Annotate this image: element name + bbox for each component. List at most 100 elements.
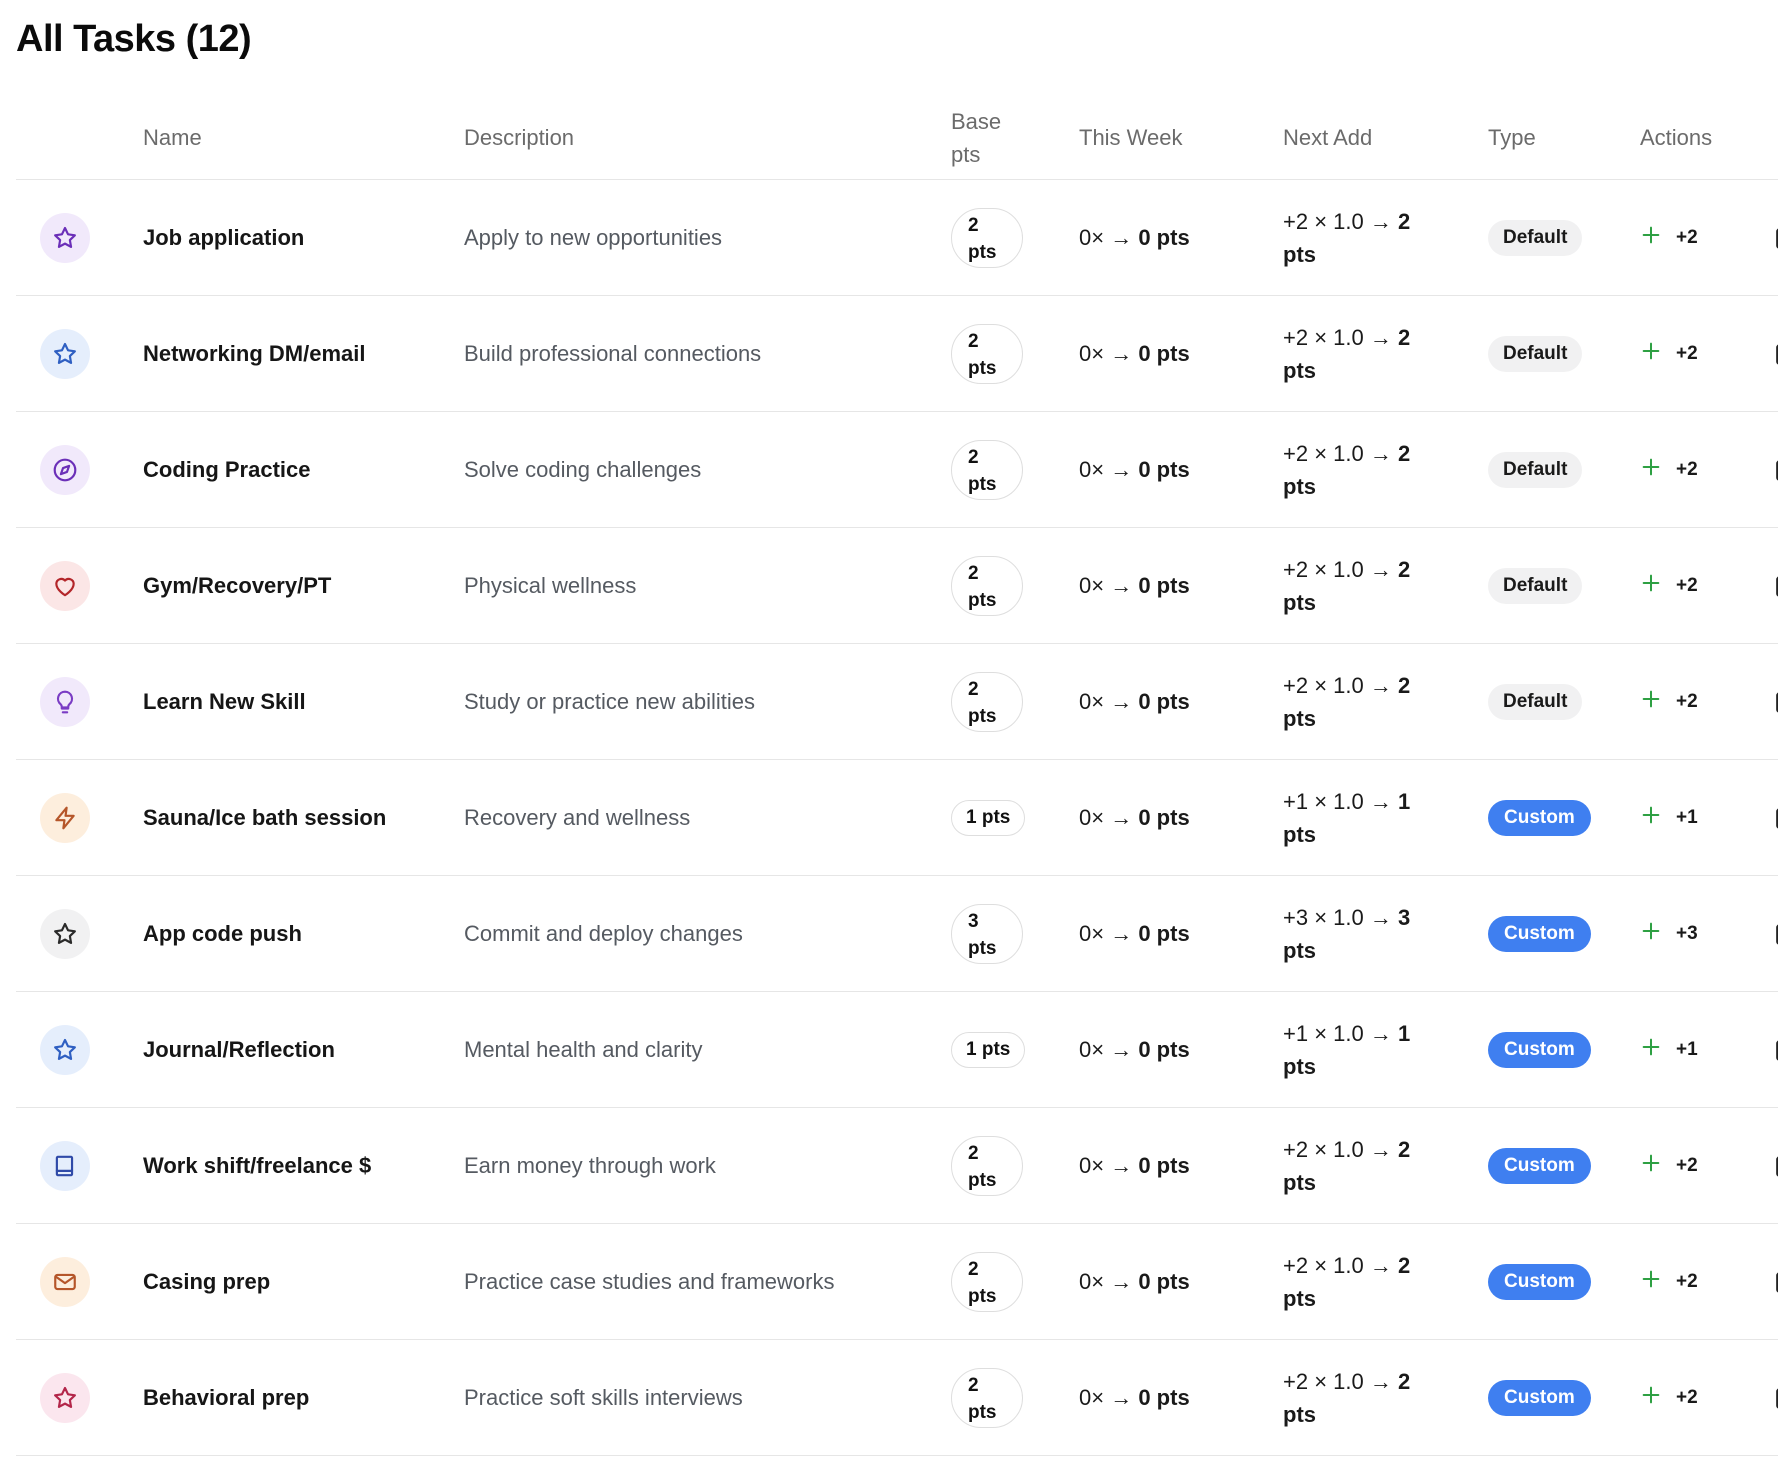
task-icon-cell <box>40 1340 90 1455</box>
add-points-button[interactable]: +1 <box>1640 1036 1698 1063</box>
base-pts-cell: 2 pts <box>951 528 1023 643</box>
base-pts-number: 1 pts <box>966 806 1011 828</box>
base-pts-unit: pts <box>968 357 997 379</box>
this-week-count: 0× → <box>1079 804 1133 830</box>
mail-icon <box>40 1256 90 1307</box>
edit-icon[interactable] <box>1774 760 1778 875</box>
base-pts-badge: 3 pts <box>951 903 1023 964</box>
table-row-5: Learn New Skill Study or practice new ab… <box>16 644 1778 760</box>
base-pts-cell: 2 pts <box>951 180 1023 295</box>
task-description: Study or practice new abilities <box>464 688 756 714</box>
next-add-unit: pts <box>1283 705 1316 731</box>
plus-icon <box>1640 1036 1662 1063</box>
edit-icon[interactable] <box>1774 528 1778 643</box>
base-pts-badge: 2 pts <box>951 671 1023 732</box>
add-points-button[interactable]: +2 <box>1640 456 1698 483</box>
this-week-count: 0× → <box>1079 1036 1133 1062</box>
add-points-label: +2 <box>1676 1386 1698 1408</box>
edit-icon[interactable] <box>1774 876 1778 991</box>
this-week-cell: 0× → 0 pts <box>1079 1108 1190 1223</box>
add-points-button[interactable]: +2 <box>1640 1384 1698 1411</box>
next-add-formula: +2 × 1.0 → <box>1283 1136 1392 1162</box>
task-name: Behavioral prep <box>143 1384 310 1410</box>
next-add-value: 2 <box>1397 672 1411 698</box>
this-week-count: 0× → <box>1079 1152 1133 1178</box>
this-week-cell: 0× → 0 pts <box>1079 412 1190 527</box>
this-week-cell: 0× → 0 pts <box>1079 528 1190 643</box>
base-pts-cell: 2 pts <box>951 296 1023 411</box>
base-pts-number: 2 <box>968 1258 979 1280</box>
add-points-button[interactable]: +1 <box>1640 804 1698 831</box>
table-row-2: Networking DM/email Build professional c… <box>16 296 1778 412</box>
task-description: Commit and deploy changes <box>464 920 743 946</box>
add-points-button[interactable]: +2 <box>1640 572 1698 599</box>
edit-icon[interactable] <box>1774 412 1778 527</box>
task-description: Practice case studies and frameworks <box>464 1268 835 1294</box>
page-title: All Tasks (12) <box>16 18 252 60</box>
add-points-button[interactable]: +2 <box>1640 1152 1698 1179</box>
star-icon <box>40 908 90 959</box>
star-icon <box>40 1024 90 1075</box>
table-row-10: Casing prep Practice case studies and fr… <box>16 1224 1778 1340</box>
task-name: Job application <box>143 224 305 250</box>
base-pts-cell: 2 pts <box>951 1108 1023 1223</box>
base-pts-unit: pts <box>968 705 997 727</box>
header-type: Type <box>1488 125 1536 150</box>
plus-icon <box>1640 920 1662 947</box>
type-badge: Custom <box>1488 1147 1591 1184</box>
next-add-value: 2 <box>1397 1368 1411 1394</box>
add-points-button[interactable]: +3 <box>1640 920 1698 947</box>
base-pts-badge: 2 pts <box>951 207 1023 268</box>
base-pts-badge: 2 pts <box>951 555 1023 616</box>
next-add-formula: +2 × 1.0 → <box>1283 1252 1392 1278</box>
edit-icon[interactable] <box>1774 992 1778 1107</box>
table-row-6: Sauna/Ice bath session Recovery and well… <box>16 760 1778 876</box>
add-points-button[interactable]: +2 <box>1640 688 1698 715</box>
plus-icon <box>1640 340 1662 367</box>
base-pts-unit: pts <box>968 937 997 959</box>
star-icon <box>40 212 90 263</box>
edit-icon[interactable] <box>1774 1340 1778 1455</box>
next-add-unit: pts <box>1283 473 1316 499</box>
base-pts-unit: pts <box>968 1285 997 1307</box>
task-name: Networking DM/email <box>143 340 366 366</box>
type-cell: Default <box>1488 528 1583 643</box>
book-icon <box>40 1140 90 1191</box>
tasks-table: Name Description Base pts This Week Next… <box>16 95 1778 1456</box>
add-points-button[interactable]: +2 <box>1640 340 1698 367</box>
this-week-points: 0 pts <box>1138 1036 1190 1062</box>
next-add-formula: +1 × 1.0 → <box>1283 1020 1392 1046</box>
task-name: Learn New Skill <box>143 688 306 714</box>
add-points-label: +1 <box>1676 1038 1698 1060</box>
edit-icon[interactable] <box>1774 1224 1778 1339</box>
add-points-button[interactable]: +2 <box>1640 1268 1698 1295</box>
next-add-cell: +2 × 1.0 → 2 pts <box>1283 1224 1410 1339</box>
type-badge: Default <box>1488 451 1583 488</box>
edit-icon[interactable] <box>1774 296 1778 411</box>
next-add-unit: pts <box>1283 1285 1316 1311</box>
base-pts-number: 2 <box>968 1142 979 1164</box>
edit-icon[interactable] <box>1774 1108 1778 1223</box>
next-add-formula: +2 × 1.0 → <box>1283 672 1392 698</box>
base-pts-number: 2 <box>968 214 979 236</box>
add-points-label: +2 <box>1676 574 1698 596</box>
base-pts-badge: 2 pts <box>951 1367 1023 1428</box>
actions-cell: +3 <box>1640 876 1778 991</box>
base-pts-cell: 2 pts <box>951 1224 1023 1339</box>
compass-icon <box>40 444 90 495</box>
next-add-cell: +2 × 1.0 → 2 pts <box>1283 180 1410 295</box>
base-pts-number: 2 <box>968 446 979 468</box>
task-description: Build professional connections <box>464 340 762 366</box>
edit-icon[interactable] <box>1774 644 1778 759</box>
next-add-value: 2 <box>1397 1252 1411 1278</box>
type-cell: Custom <box>1488 1340 1591 1455</box>
this-week-points: 0 pts <box>1138 920 1190 946</box>
edit-icon[interactable] <box>1774 180 1778 295</box>
this-week-points: 0 pts <box>1138 224 1190 250</box>
base-pts-unit: pts <box>968 1401 997 1423</box>
base-pts-cell: 1 pts <box>951 760 1026 875</box>
task-icon-cell <box>40 1224 90 1339</box>
plus-icon <box>1640 804 1662 831</box>
task-name: Sauna/Ice bath session <box>143 804 387 830</box>
add-points-button[interactable]: +2 <box>1640 224 1698 251</box>
